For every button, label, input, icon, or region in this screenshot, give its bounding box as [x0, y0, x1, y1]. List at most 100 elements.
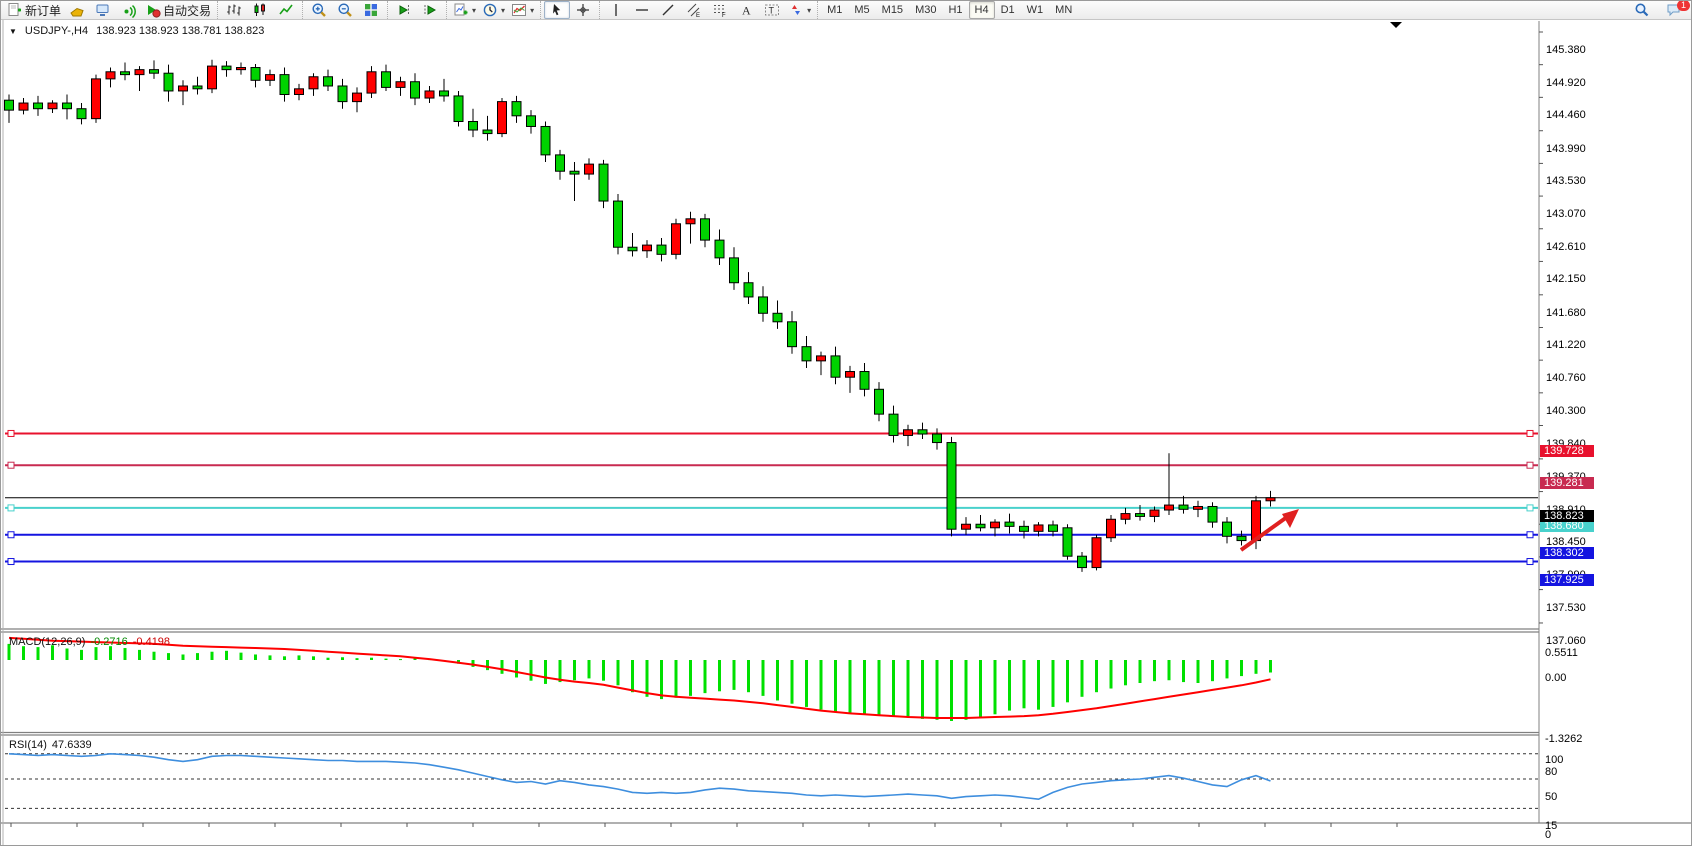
horizontal-line-139.728[interactable]: [5, 430, 1538, 436]
toolbar-group: [387, 1, 446, 19]
macd-indicator-label: MACD(12,26,9) -0.2716 -0.4198: [9, 636, 170, 648]
periods-button[interactable]: ▾: [479, 1, 508, 19]
timeframe-button-w1[interactable]: W1: [1021, 1, 1050, 19]
svg-text:E: E: [696, 13, 700, 18]
toolbar-group: 新订单 自动交易: [1, 1, 217, 19]
fibonacci-button[interactable]: F: [707, 1, 733, 19]
zoom-in-icon: [311, 2, 327, 18]
autotrading-button[interactable]: 自动交易: [142, 1, 214, 19]
chart-window[interactable]: ▼ USDJPY-,H4 138.923 138.923 138.781 138…: [1, 19, 1692, 846]
timeframe-button-h1[interactable]: H1: [942, 1, 968, 19]
main-toolbar: 新订单自动交易▾▾▾EFAT▾M1M5M15M30H1H4D1W1MN1: [1, 1, 1692, 20]
zoom-in-button[interactable]: [306, 1, 332, 19]
price-tick-label: 142.150: [1546, 273, 1586, 285]
cursor-button[interactable]: [544, 1, 570, 19]
timeframe-button-m5[interactable]: M5: [848, 1, 875, 19]
new-chart-icon: [453, 2, 469, 18]
line-handle[interactable]: [1527, 532, 1533, 538]
virtual-hosting-button[interactable]: [90, 1, 116, 19]
line-chart-button[interactable]: [273, 1, 299, 19]
line-handle[interactable]: [8, 559, 14, 565]
new-order-button[interactable]: 新订单: [4, 1, 64, 19]
line-handle[interactable]: [8, 430, 14, 436]
toolbar-group: [540, 1, 599, 19]
scroll-marker-icon[interactable]: [1390, 22, 1402, 28]
bar-chart-button[interactable]: [221, 1, 247, 19]
macd-main-value: -0.2716: [90, 636, 127, 648]
text-icon: A: [738, 2, 754, 18]
horizontal-line-137.925[interactable]: [5, 559, 1538, 565]
horizontal-line-138.680[interactable]: [5, 505, 1538, 511]
toolbar-group: E FA T ▾: [599, 1, 817, 19]
collapse-triangle-icon[interactable]: ▼: [9, 27, 17, 36]
horizontal-line-icon: [634, 2, 650, 18]
ohlc-values: 138.923 138.923 138.781 138.823: [96, 25, 264, 37]
signals-icon: [121, 2, 137, 18]
rsi-value: 47.6339: [52, 739, 92, 751]
clock-icon: [482, 2, 498, 18]
toolbar-button-label: 新订单: [25, 2, 61, 19]
vertical-line-icon: [608, 2, 624, 18]
templates-button[interactable]: ▾: [508, 1, 537, 19]
svg-text:A: A: [742, 4, 751, 18]
macd-name: MACD(12,26,9): [9, 636, 85, 648]
timeframe-button-mn[interactable]: MN: [1049, 1, 1078, 19]
line-handle[interactable]: [1527, 559, 1533, 565]
timeframe-button-d1[interactable]: D1: [995, 1, 1021, 19]
zoom-out-button[interactable]: [332, 1, 358, 19]
trendline-icon: [660, 2, 676, 18]
equidistant-channel-button[interactable]: E: [681, 1, 707, 19]
macd-signal-value: -0.4198: [133, 636, 170, 648]
timeframe-button-h4[interactable]: H4: [969, 1, 995, 19]
trendline-button[interactable]: [655, 1, 681, 19]
price-tick-label: 140.760: [1546, 372, 1586, 384]
rsi-indicator-label: RSI(14) 47.6339: [9, 739, 92, 751]
price-tag-139.728: 139.728: [1540, 445, 1594, 457]
rsi-axis-label: 80: [1545, 766, 1557, 778]
toolbar-group: [217, 1, 302, 19]
horizontal-line-139.281[interactable]: [5, 462, 1538, 468]
svg-text:T: T: [769, 6, 775, 16]
price-tick-label: 143.990: [1546, 143, 1586, 155]
timeframe-button-m15[interactable]: M15: [876, 1, 909, 19]
price-tick-label: 143.530: [1546, 175, 1586, 187]
timeframe-button-m30[interactable]: M30: [909, 1, 942, 19]
tile-windows-button[interactable]: [358, 1, 384, 19]
line-handle[interactable]: [1527, 430, 1533, 436]
price-tick-label: 142.610: [1546, 241, 1586, 253]
new-chart-button[interactable]: ▾: [450, 1, 479, 19]
line-handle[interactable]: [1527, 505, 1533, 511]
line-handle[interactable]: [8, 505, 14, 511]
text-label-button[interactable]: T: [759, 1, 785, 19]
timeframe-button-m1[interactable]: M1: [821, 1, 848, 19]
bid-price-tag: 138.823: [1540, 510, 1594, 522]
candle-chart-icon: [252, 2, 268, 18]
toolbar-right-group: 1: [1629, 1, 1692, 19]
chart-canvas[interactable]: [1, 19, 1692, 846]
chart-shift-button[interactable]: [391, 1, 417, 19]
auto-scroll-button[interactable]: [417, 1, 443, 19]
vertical-line-button[interactable]: [603, 1, 629, 19]
price-tick-label: 144.920: [1546, 77, 1586, 89]
auto-scroll-icon: [422, 2, 438, 18]
horizontal-line-button[interactable]: [629, 1, 655, 19]
signals-button[interactable]: [116, 1, 142, 19]
search-button[interactable]: [1629, 1, 1655, 19]
line-handle[interactable]: [8, 532, 14, 538]
line-handle[interactable]: [8, 462, 14, 468]
text-button[interactable]: A: [733, 1, 759, 19]
arrows-button[interactable]: ▾: [785, 1, 814, 19]
candlestick-chart-button[interactable]: [247, 1, 273, 19]
toolbar-group: [302, 1, 387, 19]
price-tag-139.281: 139.281: [1540, 477, 1594, 489]
trend-arrow-annotation[interactable]: [1241, 509, 1299, 550]
crosshair-button[interactable]: [570, 1, 596, 19]
cursor-icon: [549, 2, 565, 18]
horizontal-line-138.302[interactable]: [5, 532, 1538, 538]
crosshair-icon: [575, 2, 591, 18]
price-tick-label: 145.380: [1546, 44, 1586, 56]
line-handle[interactable]: [1527, 462, 1533, 468]
notifications-button[interactable]: 1: [1661, 1, 1687, 19]
arrows-icon: [788, 2, 804, 18]
history-center-button[interactable]: [64, 1, 90, 19]
